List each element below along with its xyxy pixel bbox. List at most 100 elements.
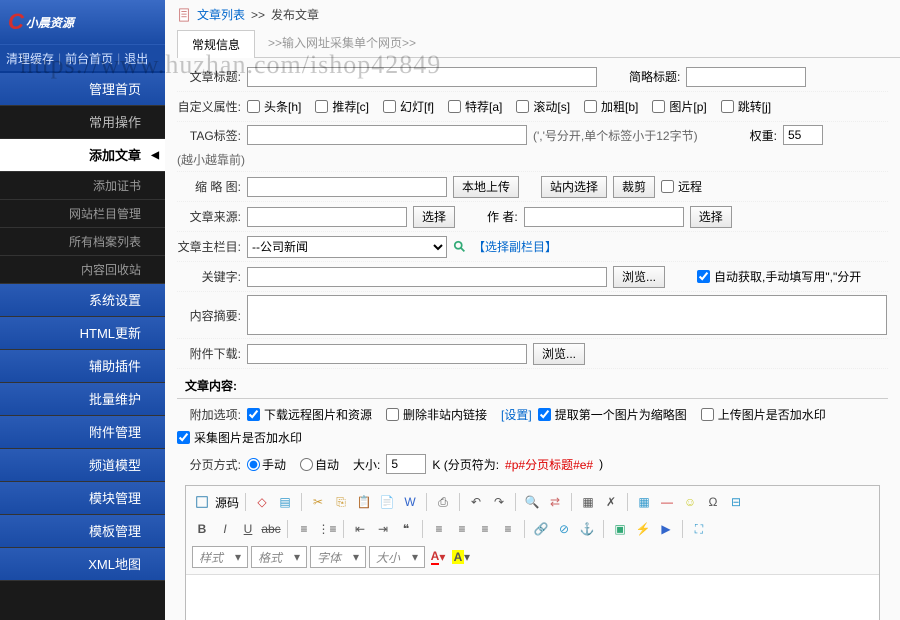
input-attach[interactable] — [247, 344, 527, 364]
search-icon[interactable] — [453, 240, 467, 254]
outdent-icon[interactable]: ⇤ — [350, 519, 370, 539]
remove-format-icon[interactable]: ✗ — [601, 492, 621, 512]
btn-crop[interactable]: 裁剪 — [613, 176, 655, 198]
btn-site-select[interactable]: 站内选择 — [541, 176, 607, 198]
unlink-icon[interactable]: ⊘ — [554, 519, 574, 539]
anchor-icon[interactable]: ⚓ — [577, 519, 597, 539]
input-weight[interactable] — [783, 125, 823, 145]
ordered-list-icon[interactable]: ≡ — [294, 519, 314, 539]
bold-icon[interactable]: B — [192, 519, 212, 539]
attr-image[interactable]: 图片[p] — [652, 98, 706, 115]
select-column[interactable]: --公司新闻 — [247, 236, 447, 258]
align-justify-icon[interactable]: ≡ — [498, 519, 518, 539]
menu-archive-list[interactable]: 所有档案列表 — [0, 228, 165, 256]
hr-icon[interactable]: — — [657, 492, 677, 512]
attr-scroll[interactable]: 滚动[s] — [516, 98, 570, 115]
paste-text-icon[interactable]: 📄 — [377, 492, 397, 512]
cb-auto-fetch[interactable]: 自动获取,手动填写用","分开 — [697, 268, 861, 285]
preview-icon[interactable]: ▤ — [275, 492, 295, 512]
attr-headline[interactable]: 头条[h] — [247, 98, 301, 115]
text-color-icon[interactable]: A▾ — [428, 547, 448, 567]
italic-icon[interactable]: I — [215, 519, 235, 539]
input-short-title[interactable] — [686, 67, 806, 87]
strike-icon[interactable]: abc — [261, 519, 281, 539]
tab-url-collect[interactable]: >>输入网址采集单个网页>> — [254, 29, 430, 57]
menu-admin-home[interactable]: 管理首页 — [0, 73, 165, 106]
paste-icon[interactable]: 📋 — [354, 492, 374, 512]
btn-select-author[interactable]: 选择 — [690, 206, 732, 228]
btn-browse-attach[interactable]: 浏览... — [533, 343, 585, 365]
replace-icon[interactable]: ⇄ — [545, 492, 565, 512]
menu-html-update[interactable]: HTML更新 — [0, 317, 165, 350]
menu-tpl-mgmt[interactable]: 模板管理 — [0, 515, 165, 548]
link-sub-column[interactable]: 【选择副栏目】 — [473, 238, 557, 255]
underline-icon[interactable]: U — [238, 519, 258, 539]
clear-cache-link[interactable]: 清理缓存 — [6, 50, 54, 67]
attr-jump[interactable]: 跳转[j] — [721, 98, 771, 115]
btn-select-source[interactable]: 选择 — [413, 206, 455, 228]
cut-icon[interactable]: ✂ — [308, 492, 328, 512]
menu-batch-maint[interactable]: 批量维护 — [0, 383, 165, 416]
cb-dl-remote[interactable]: 下载远程图片和资源 — [247, 406, 372, 423]
front-home-link[interactable]: 前台首页 — [65, 50, 113, 67]
cb-upload-wm[interactable]: 上传图片是否加水印 — [701, 406, 826, 423]
table-icon[interactable]: ▦ — [634, 492, 654, 512]
redo-icon[interactable]: ↷ — [489, 492, 509, 512]
source-label[interactable]: 源码 — [215, 494, 239, 511]
menu-common-ops[interactable]: 常用操作 — [0, 106, 165, 139]
align-center-icon[interactable]: ≡ — [452, 519, 472, 539]
attr-special[interactable]: 特荐[a] — [448, 98, 502, 115]
cb-rm-external[interactable]: 删除非站内链接 — [386, 406, 487, 423]
menu-add-cert[interactable]: 添加证书 — [0, 172, 165, 200]
page-break-icon[interactable]: ⊟ — [726, 492, 746, 512]
input-thumb[interactable] — [247, 177, 447, 197]
menu-module-mgmt[interactable]: 模块管理 — [0, 482, 165, 515]
dropdown-size[interactable]: 大小 — [369, 546, 425, 568]
special-char-icon[interactable]: Ω — [703, 492, 723, 512]
btn-local-upload[interactable]: 本地上传 — [453, 176, 519, 198]
dropdown-format[interactable]: 格式 — [251, 546, 307, 568]
menu-sys-settings[interactable]: 系统设置 — [0, 284, 165, 317]
paste-word-icon[interactable]: W — [400, 492, 420, 512]
cb-remote[interactable]: 远程 — [661, 178, 702, 195]
attr-bold[interactable]: 加粗[b] — [584, 98, 638, 115]
input-title[interactable] — [247, 67, 597, 87]
source-icon[interactable] — [192, 492, 212, 512]
media-icon[interactable]: ▶ — [656, 519, 676, 539]
input-author[interactable] — [524, 207, 684, 227]
print-icon[interactable]: ⎙ — [433, 492, 453, 512]
align-left-icon[interactable]: ≡ — [429, 519, 449, 539]
cb-first-img[interactable]: 提取第一个图片为缩略图 — [538, 406, 687, 423]
blockquote-icon[interactable]: ❝ — [396, 519, 416, 539]
link-icon[interactable]: 🔗 — [531, 519, 551, 539]
attr-slide[interactable]: 幻灯[f] — [383, 98, 434, 115]
image-icon[interactable]: ▣ — [610, 519, 630, 539]
input-source[interactable] — [247, 207, 407, 227]
menu-plugins[interactable]: 辅助插件 — [0, 350, 165, 383]
tab-basic[interactable]: 常规信息 — [177, 30, 255, 58]
input-size[interactable] — [386, 454, 426, 474]
breadcrumb-list[interactable]: 文章列表 — [197, 6, 245, 23]
editor-body[interactable] — [186, 575, 879, 620]
indent-icon[interactable]: ⇥ — [373, 519, 393, 539]
maximize-icon[interactable]: ⛶ — [689, 519, 709, 539]
menu-add-article[interactable]: 添加文章 — [0, 139, 165, 172]
radio-auto[interactable]: 自动 — [300, 456, 339, 473]
bg-color-icon[interactable]: A▾ — [451, 547, 471, 567]
link-settings[interactable]: [设置] — [501, 406, 532, 423]
menu-xml-map[interactable]: XML地图 — [0, 548, 165, 581]
emoji-icon[interactable]: ☺ — [680, 492, 700, 512]
copy-icon[interactable]: ⎘ — [331, 492, 351, 512]
textarea-summary[interactable] — [247, 295, 887, 335]
input-tag[interactable] — [247, 125, 527, 145]
align-right-icon[interactable]: ≡ — [475, 519, 495, 539]
unordered-list-icon[interactable]: ⋮≡ — [317, 519, 337, 539]
dropdown-style[interactable]: 样式 — [192, 546, 248, 568]
menu-column-mgmt[interactable]: 网站栏目管理 — [0, 200, 165, 228]
radio-manual[interactable]: 手动 — [247, 456, 286, 473]
attr-recommend[interactable]: 推荐[c] — [315, 98, 369, 115]
logout-link[interactable]: 退出 — [124, 50, 148, 67]
undo-icon[interactable]: ↶ — [466, 492, 486, 512]
dropdown-font[interactable]: 字体 — [310, 546, 366, 568]
input-keywords[interactable] — [247, 267, 607, 287]
